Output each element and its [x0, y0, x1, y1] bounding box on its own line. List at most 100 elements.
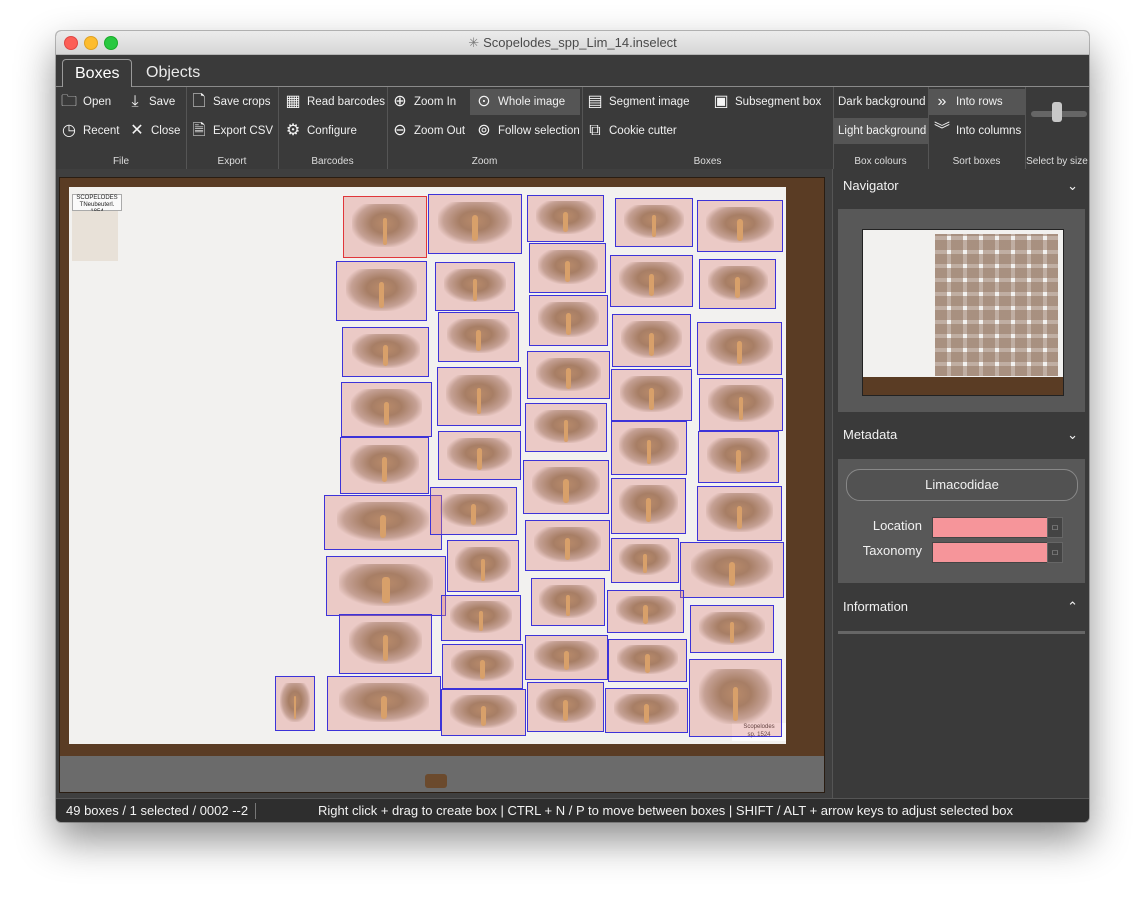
specimen-bounding-box[interactable] — [529, 243, 606, 293]
specimen-bounding-box[interactable] — [699, 378, 783, 431]
specimen-bounding-box[interactable] — [430, 487, 517, 535]
zoom-in-button[interactable]: ⊕ Zoom In — [391, 89, 456, 115]
specimen-bounding-box[interactable] — [605, 688, 688, 733]
save-button[interactable]: ⤓ Save — [126, 89, 175, 115]
segment-image-button[interactable]: ▤ Segment image — [586, 89, 689, 115]
light-background-button[interactable]: Light background — [833, 118, 928, 144]
location-popup-button[interactable]: □ — [1047, 517, 1063, 538]
specimen-bounding-box[interactable] — [435, 262, 515, 311]
specimen-bounding-box[interactable] — [525, 520, 610, 571]
sort-boxes-group: » Into rows ︾ Into columns Sort boxes — [928, 87, 1026, 169]
open-button[interactable]: 🗀 Open — [60, 89, 111, 115]
specimen-bounding-box[interactable] — [611, 538, 679, 583]
navigator-view[interactable] — [838, 209, 1085, 412]
box-colours-group: Dark background Light background Box col… — [833, 87, 929, 169]
taxonomy-popup-button[interactable]: □ — [1047, 542, 1063, 563]
specimen-bounding-box[interactable] — [341, 382, 432, 437]
thumbnail-specimens — [935, 234, 1058, 376]
moth-body — [563, 479, 569, 503]
specimen-bounding-box[interactable] — [608, 639, 687, 682]
read-barcodes-label: Read barcodes — [307, 96, 385, 108]
configure-button[interactable]: ⚙ Configure — [284, 118, 357, 144]
zoom-fit-icon: ⊙ — [477, 93, 491, 110]
specimen-bounding-box[interactable] — [324, 495, 442, 550]
specimen-bounding-box[interactable] — [610, 255, 693, 307]
tab-objects[interactable]: Objects — [134, 59, 212, 86]
into-columns-button[interactable]: ︾ Into columns — [928, 118, 1026, 144]
read-barcodes-button[interactable]: ▦ Read barcodes — [284, 89, 385, 115]
specimen-bounding-box[interactable] — [699, 259, 776, 309]
specimen-bounding-box[interactable] — [441, 595, 521, 641]
specimen-bounding-box[interactable] — [339, 614, 432, 674]
specimen-bounding-box[interactable] — [527, 195, 604, 242]
specimen-bounding-box[interactable] — [437, 367, 521, 426]
close-icon: ✕ — [130, 122, 144, 139]
specimen-bounding-box[interactable] — [527, 351, 610, 399]
clock-icon: ◷ — [62, 122, 76, 139]
specimen-bounding-box[interactable] — [447, 540, 519, 592]
into-rows-button[interactable]: » Into rows — [928, 89, 1025, 115]
specimen-bounding-box[interactable] — [612, 314, 691, 367]
specimen-bounding-box[interactable] — [342, 327, 429, 377]
size-slider-handle[interactable] — [1052, 102, 1062, 122]
moth-body — [563, 420, 569, 442]
window-title-text: Scopelodes_spp_Lim_14.inselect — [483, 35, 677, 50]
zoom-out-button[interactable]: ⊖ Zoom Out — [391, 118, 465, 144]
specimen-bounding-box[interactable] — [615, 198, 693, 247]
specimen-bounding-box[interactable] — [527, 682, 604, 732]
specimen-bounding-box[interactable] — [697, 200, 783, 252]
metadata-header[interactable]: Metadata ⌄ — [843, 423, 1088, 447]
navigator-header[interactable]: Navigator ⌄ — [843, 174, 1088, 198]
specimen-bounding-box[interactable] — [340, 437, 429, 494]
specimen-bounding-box[interactable] — [275, 676, 315, 731]
specimen-bounding-box[interactable] — [690, 605, 774, 653]
template-button[interactable]: Limacodidae — [846, 469, 1078, 501]
specimen-bounding-box[interactable] — [428, 194, 522, 254]
image-canvas[interactable]: SCOPELODES TNeubeuterl. 1854 Scopelodes … — [56, 169, 832, 798]
specimen-bounding-box[interactable] — [525, 635, 608, 680]
moth-body — [381, 457, 388, 482]
specimen-bounding-box[interactable] — [529, 295, 608, 346]
save-label: Save — [149, 96, 176, 108]
specimen-bounding-box[interactable] — [336, 261, 427, 321]
moth-body — [645, 654, 650, 673]
specimen-bounding-box[interactable] — [523, 460, 609, 514]
moth-body — [378, 282, 385, 309]
export-csv-button[interactable]: 🗎 Export CSV — [190, 118, 274, 144]
double-chevron-right-icon: » — [937, 93, 947, 110]
location-field[interactable] — [932, 517, 1049, 538]
subsegment-icon: ▣ — [713, 93, 729, 110]
specimen-bounding-box[interactable] — [697, 486, 782, 541]
specimen-bounding-box[interactable] — [441, 689, 526, 736]
specimen-bounding-box[interactable] — [343, 196, 427, 258]
specimen-bounding-box[interactable] — [525, 403, 607, 452]
specimen-bounding-box[interactable] — [697, 322, 782, 375]
follow-selection-button[interactable]: ⊚ Follow selection — [475, 118, 580, 144]
barcodes-group-label: Barcodes — [311, 156, 354, 167]
subsegment-box-button[interactable]: ▣ Subsegment box — [712, 89, 821, 115]
tab-boxes[interactable]: Boxes — [62, 59, 133, 88]
specimen-bounding-box[interactable] — [611, 478, 686, 534]
navigator-thumbnail[interactable] — [862, 229, 1064, 396]
specimen-bounding-box[interactable] — [698, 431, 779, 483]
dark-background-button[interactable]: Dark background — [833, 89, 931, 115]
recent-button[interactable]: ◷ Recent — [60, 118, 119, 144]
cookie-cutter-button[interactable]: ⧉ Cookie cutter — [586, 118, 676, 144]
specimen-bounding-box[interactable] — [438, 312, 519, 362]
information-header[interactable]: Information ⌃ — [843, 595, 1088, 619]
specimen-bounding-box[interactable] — [438, 431, 521, 480]
specimen-bounding-box[interactable] — [442, 644, 523, 689]
specimen-bounding-box[interactable] — [327, 676, 441, 731]
specimen-bounding-box[interactable] — [680, 542, 784, 598]
specimen-bounding-box[interactable] — [611, 369, 692, 421]
specimen-bounding-box[interactable] — [689, 659, 782, 737]
taxonomy-field[interactable] — [932, 542, 1049, 563]
moth-body — [736, 449, 741, 472]
specimen-bounding-box[interactable] — [531, 578, 605, 626]
whole-image-button[interactable]: ⊙ Whole image — [470, 89, 580, 115]
save-crops-button[interactable]: 🗋 Save crops — [190, 89, 271, 115]
specimen-bounding-box[interactable] — [326, 556, 446, 616]
specimen-bounding-box[interactable] — [611, 421, 687, 475]
specimen-bounding-box[interactable] — [607, 590, 684, 633]
close-button[interactable]: ✕ Close — [128, 118, 180, 144]
